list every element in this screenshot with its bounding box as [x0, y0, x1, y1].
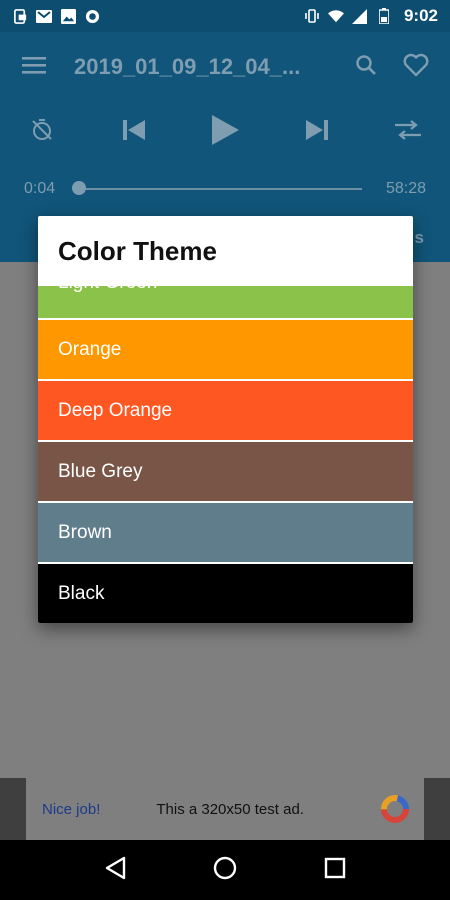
status-bar: 9:02: [0, 0, 450, 32]
ad-logo-icon: [380, 794, 410, 824]
color-option-deep-orange[interactable]: Deep Orange: [38, 381, 413, 440]
color-option-orange[interactable]: Orange: [38, 320, 413, 379]
play-button[interactable]: [205, 112, 245, 152]
menu-icon: [22, 55, 46, 80]
seek-track[interactable]: [78, 188, 362, 190]
battery-icon: [376, 8, 392, 24]
seek-thumb[interactable]: [72, 181, 86, 195]
previous-button[interactable]: [114, 112, 154, 152]
status-time: 9:02: [403, 6, 438, 25]
status-right-icons: 9:02: [304, 6, 438, 26]
seek-area: 0:04 58:28: [0, 162, 450, 216]
gmail-icon: [36, 8, 52, 24]
dialog-title: Color Theme: [58, 236, 217, 266]
ad-text: This a 320x50 test ad.: [156, 800, 304, 818]
color-theme-dialog: Color Theme Light Green Orange Deep Oran…: [38, 216, 413, 623]
menu-button[interactable]: [16, 49, 52, 85]
play-icon: [209, 113, 241, 152]
skip-previous-icon: [121, 117, 147, 148]
sleep-timer-button[interactable]: [22, 112, 62, 152]
mobile-signal-icon: [352, 8, 368, 24]
color-option-label: Blue Grey: [58, 460, 143, 482]
search-icon: [355, 54, 377, 81]
color-option-blue-grey[interactable]: Blue Grey: [38, 442, 413, 501]
circle-icon: [84, 8, 100, 24]
app-toolbar: 2019_01_09_12_04_...: [0, 32, 450, 102]
ad-banner[interactable]: Nice job! This a 320x50 test ad.: [26, 778, 424, 840]
home-button[interactable]: [207, 852, 243, 888]
header-strip-text: s: [414, 228, 424, 247]
skip-next-icon: [304, 117, 330, 148]
favorite-button[interactable]: [398, 49, 434, 85]
color-option-label: Orange: [58, 338, 122, 360]
color-option-label: Brown: [58, 521, 112, 543]
app-notification-icon: [12, 8, 28, 24]
current-time: 0:04: [24, 180, 56, 197]
back-button[interactable]: [97, 852, 133, 888]
color-option-light-green[interactable]: Light Green: [38, 286, 413, 318]
image-icon: [60, 8, 76, 24]
wifi-icon: [327, 8, 344, 24]
next-button[interactable]: [297, 112, 337, 152]
heart-icon: [403, 53, 429, 82]
recents-button[interactable]: [317, 852, 353, 888]
timer-off-icon: [30, 118, 54, 147]
color-option-black[interactable]: Black: [38, 564, 413, 623]
player-controls: [0, 102, 450, 162]
home-icon: [213, 856, 237, 885]
search-button[interactable]: [348, 49, 384, 85]
color-option-label: Black: [58, 582, 105, 604]
color-option-label: Light Green: [58, 286, 157, 294]
vibrate-icon: [304, 8, 320, 24]
color-option-brown[interactable]: Brown: [38, 503, 413, 562]
status-left-icons: [12, 8, 100, 24]
shuffle-icon: [395, 119, 421, 146]
color-option-label: Deep Orange: [58, 399, 173, 421]
navigation-bar: [0, 840, 450, 900]
total-time: 58:28: [385, 180, 426, 197]
ad-nice-label: Nice job!: [42, 800, 101, 818]
shuffle-button[interactable]: [388, 112, 428, 152]
toolbar-title: 2019_01_09_12_04_...: [74, 54, 301, 79]
color-option-list: Light Green Orange Deep Orange Blue Grey…: [38, 286, 413, 623]
back-icon: [104, 856, 126, 885]
recents-icon: [324, 857, 346, 884]
